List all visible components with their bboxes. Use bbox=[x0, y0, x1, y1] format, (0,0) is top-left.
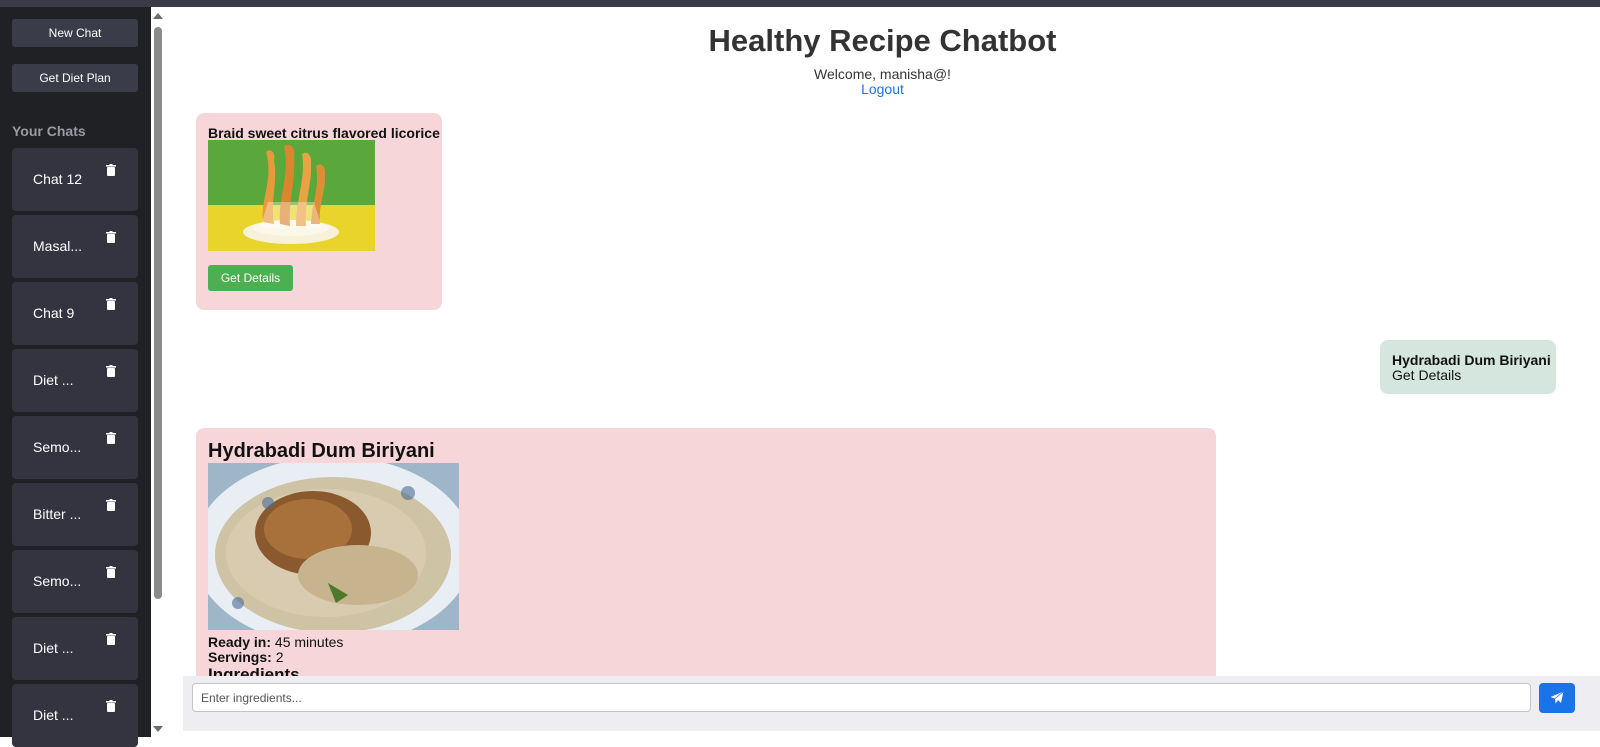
chat-item-label: Bitter ... bbox=[33, 506, 82, 522]
page-title: Healthy Recipe Chatbot bbox=[708, 23, 1057, 58]
chat-item-label: Diet ... bbox=[33, 640, 74, 656]
sidebar-scroll-thumb[interactable] bbox=[154, 27, 162, 599]
chat-item[interactable]: Chat 12 bbox=[12, 148, 138, 211]
main-panel: Healthy Recipe Chatbot Welcome, manisha@… bbox=[165, 7, 1600, 737]
sidebar: New Chat Get Diet Plan Your Chats Chat 1… bbox=[0, 7, 151, 747]
chat-item[interactable]: Masal... bbox=[12, 215, 138, 278]
trash-icon[interactable] bbox=[106, 164, 116, 176]
paper-plane-icon bbox=[1550, 691, 1564, 704]
recipe-details-title: Hydrabadi Dum Biriyani bbox=[208, 440, 435, 462]
trash-icon[interactable] bbox=[106, 365, 116, 377]
recipe-details-card: Hydrabadi Dum Biriyani Ready in: 45 minu… bbox=[196, 428, 1216, 682]
welcome-text: Welcome, manisha@! bbox=[814, 66, 951, 82]
chat-item[interactable]: Diet ... bbox=[12, 684, 138, 747]
message-composer bbox=[183, 676, 1600, 731]
chat-item[interactable]: Chat 9 bbox=[12, 282, 138, 345]
servings-row: Servings: 2 bbox=[208, 649, 284, 665]
chat-item[interactable]: Diet ... bbox=[12, 617, 138, 680]
chat-item-label: Semo... bbox=[33, 439, 82, 455]
trash-icon[interactable] bbox=[106, 566, 116, 578]
ready-in-value: 45 minutes bbox=[274, 634, 344, 650]
servings-label: Servings: bbox=[208, 649, 272, 665]
your-chats-heading: Your Chats bbox=[12, 123, 86, 139]
ingredients-input[interactable] bbox=[192, 683, 1531, 712]
send-button[interactable] bbox=[1539, 683, 1575, 713]
scroll-up-arrow-icon[interactable] bbox=[153, 13, 163, 19]
sidebar-scrollbar[interactable] bbox=[151, 7, 165, 737]
ready-in-label: Ready in: bbox=[208, 634, 272, 650]
logout-link: Logout bbox=[165, 81, 1600, 97]
chat-item-label: Chat 9 bbox=[33, 305, 75, 321]
trash-icon[interactable] bbox=[106, 700, 116, 712]
chat-item-label: Chat 12 bbox=[33, 171, 83, 187]
trash-icon[interactable] bbox=[106, 499, 116, 511]
get-diet-plan-button[interactable]: Get Diet Plan bbox=[12, 64, 138, 92]
ready-in-row: Ready in: 45 minutes bbox=[208, 634, 343, 650]
recipe-title: Braid sweet citrus flavored licorice bbox=[208, 125, 440, 141]
chat-item-label: Diet ... bbox=[33, 372, 74, 388]
trash-icon[interactable] bbox=[106, 298, 116, 310]
scroll-down-arrow-icon[interactable] bbox=[153, 726, 163, 732]
chat-item[interactable]: Semo... bbox=[12, 550, 138, 613]
chat-item[interactable]: Diet ... bbox=[12, 349, 138, 412]
chat-item-label: Diet ... bbox=[33, 707, 74, 723]
user-message-action: Get Details bbox=[1392, 367, 1462, 383]
new-chat-button[interactable]: New Chat bbox=[12, 19, 138, 47]
chat-messages: Braid sweet citrus flavored licorice Get… bbox=[183, 104, 1583, 682]
chat-item[interactable]: Semo... bbox=[12, 416, 138, 479]
get-details-button[interactable]: Get Details bbox=[208, 265, 293, 291]
chat-item[interactable]: Bitter ... bbox=[12, 483, 138, 546]
recipe-image bbox=[208, 463, 459, 630]
chat-item-label: Semo... bbox=[33, 573, 82, 589]
trash-icon[interactable] bbox=[106, 432, 116, 444]
chat-item-label: Masal... bbox=[33, 238, 83, 254]
bot-message-card: Braid sweet citrus flavored licorice Get… bbox=[196, 113, 442, 310]
user-message-recipe: Hydrabadi Dum Biriyani bbox=[1392, 352, 1551, 368]
trash-icon[interactable] bbox=[106, 633, 116, 645]
recipe-image bbox=[208, 140, 375, 251]
logout-link-text[interactable]: Logout bbox=[861, 81, 904, 97]
window-top-bar bbox=[0, 0, 1600, 7]
user-message-bubble: Hydrabadi Dum Biriyani Get Details bbox=[1380, 340, 1556, 394]
trash-icon[interactable] bbox=[106, 231, 116, 243]
servings-value: 2 bbox=[275, 649, 284, 665]
